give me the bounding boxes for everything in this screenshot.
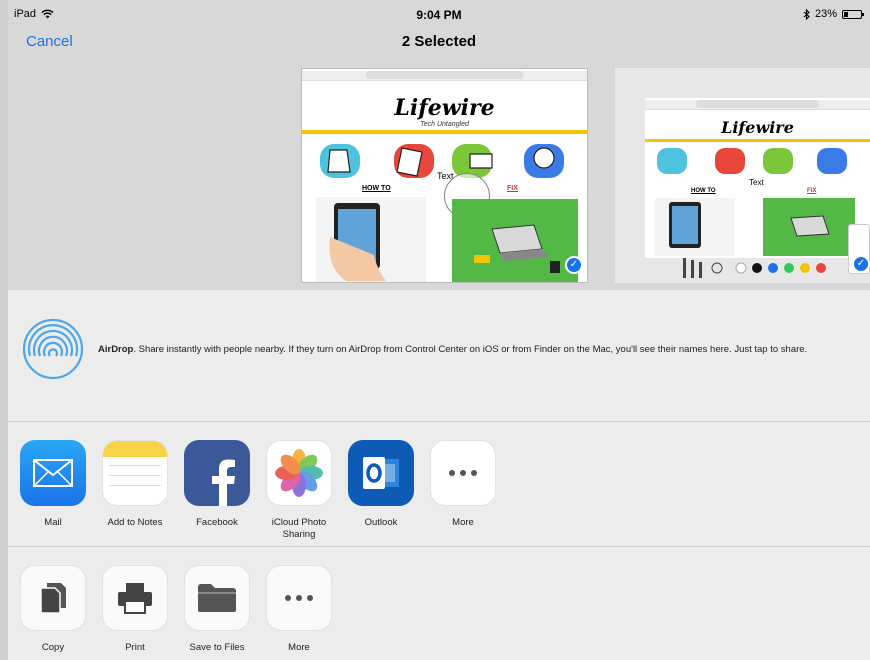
status-right: 23%	[803, 8, 864, 20]
preview-thumbnail-1[interactable]: Lifewire Tech Untangled Text HOW TO FIX	[301, 68, 588, 283]
action-label: More	[288, 642, 310, 653]
facebook-icon	[184, 440, 250, 506]
action-more[interactable]: More	[259, 565, 339, 654]
share-app-outlook[interactable]: Outlook	[341, 440, 421, 529]
illustration-icons-small	[657, 148, 847, 174]
share-app-icloud-photo-sharing[interactable]: iCloud Photo Sharing	[259, 440, 339, 541]
share-app-mail[interactable]: Mail	[13, 440, 93, 529]
app-label: Add to Notes	[107, 517, 163, 528]
logo-lifewire-small: Lifewire	[721, 118, 794, 137]
action-label: Print	[125, 642, 145, 653]
app-label: iCloud Photo Sharing	[271, 517, 327, 540]
nav-bar: Cancel 2 Selected	[8, 28, 870, 58]
app-label: Mail	[44, 517, 62, 528]
app-label: Facebook	[196, 517, 238, 528]
more-icon	[266, 565, 332, 631]
logo-lifewire: Lifewire	[394, 95, 495, 121]
preview-area: Lifewire Tech Untangled Text HOW TO FIX	[8, 60, 870, 290]
mail-icon	[20, 440, 86, 506]
section-fix: FIX	[507, 185, 518, 192]
mini-browser-bar	[302, 71, 587, 81]
print-icon	[102, 565, 168, 631]
section-howto: HOW TO	[362, 185, 391, 192]
airdrop-body: . Share instantly with people nearby. If…	[133, 344, 808, 355]
copy-icon	[20, 565, 86, 631]
share-screen: iPad 9:04 PM 23% Cancel 2 Selected Lifew…	[8, 0, 870, 660]
share-app-more[interactable]: More	[423, 440, 503, 529]
airdrop-icon[interactable]	[22, 318, 84, 380]
more-icon	[430, 440, 496, 506]
bluetooth-icon	[803, 8, 810, 20]
mini-screen: Lifewire Text HOW TO FIX	[645, 98, 870, 258]
ipad-hand-image-small	[655, 198, 735, 256]
outlook-icon	[348, 440, 414, 506]
markup-text-small: Text	[749, 178, 764, 187]
share-app-notes[interactable]: Add to Notes	[95, 440, 175, 529]
selected-check-icon-2: ✓	[852, 255, 870, 273]
airdrop-description: AirDrop. Share instantly with people nea…	[98, 344, 860, 355]
ipad-hand-image	[316, 197, 426, 282]
app-label: More	[452, 517, 474, 528]
action-print[interactable]: Print	[95, 565, 175, 654]
photos-icon	[266, 440, 332, 506]
share-app-facebook[interactable]: Facebook	[177, 440, 257, 529]
share-actions-row: Copy Print Save to Files More	[8, 548, 870, 660]
action-copy[interactable]: Copy	[13, 565, 93, 654]
section-howto-small: HOW TO	[691, 188, 716, 194]
logo-tagline: Tech Untangled	[420, 121, 469, 128]
preview-thumbnail-2[interactable]: Lifewire Text HOW TO FIX ✓	[615, 68, 870, 283]
action-save-to-files[interactable]: Save to Files	[177, 565, 257, 654]
yellow-divider	[302, 130, 587, 134]
share-apps-row: Mail Add to Notes Facebook iCloud Photo …	[8, 423, 870, 547]
status-time: 9:04 PM	[416, 8, 462, 22]
status-bar: iPad 9:04 PM 23%	[8, 0, 870, 28]
battery-percent: 23%	[814, 8, 837, 20]
share-sheet: AirDrop. Share instantly with people nea…	[8, 290, 870, 660]
airdrop-title: AirDrop	[98, 344, 134, 355]
section-fix-small: FIX	[807, 188, 817, 194]
folder-icon	[184, 565, 250, 631]
airdrop-section: AirDrop. Share instantly with people nea…	[8, 290, 870, 422]
laptop-illustration-small	[763, 198, 855, 256]
page-title: 2 Selected	[401, 33, 477, 50]
battery-icon	[842, 9, 864, 19]
laptop-illustration	[452, 199, 578, 282]
action-label: Save to Files	[189, 642, 245, 653]
markup-toolbar	[683, 258, 826, 278]
action-label: Copy	[41, 642, 65, 653]
notes-icon	[102, 440, 168, 506]
selected-check-icon: ✓	[565, 256, 583, 274]
app-label: Outlook	[364, 517, 398, 528]
